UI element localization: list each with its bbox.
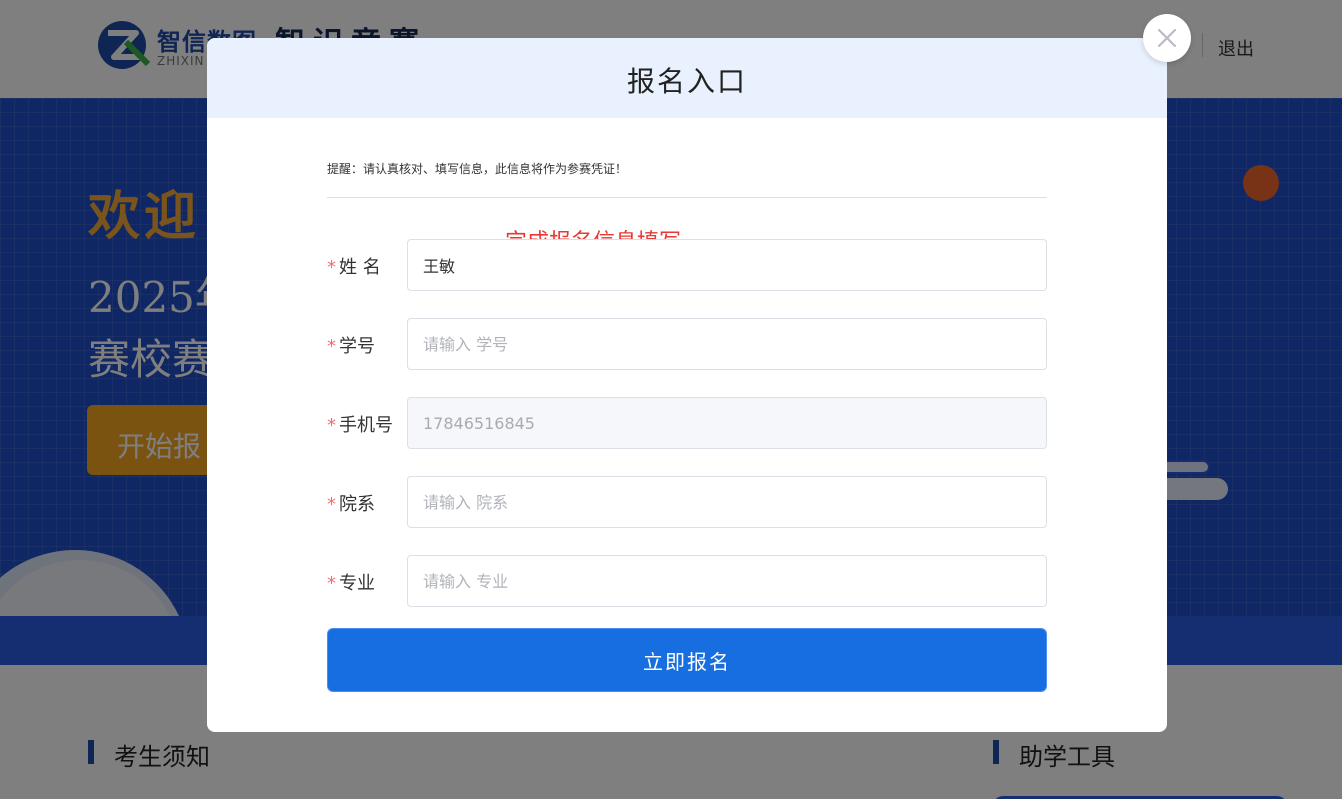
- required-mark: *: [327, 336, 336, 357]
- name-label: * 姓 名: [327, 253, 381, 279]
- department-label: * 院系: [327, 490, 375, 516]
- name-input[interactable]: [407, 239, 1047, 291]
- student-id-label-text: 学号: [339, 336, 375, 357]
- close-icon: [1157, 28, 1177, 48]
- department-label-text: 院系: [339, 494, 375, 515]
- required-mark: *: [327, 415, 336, 436]
- student-id-input[interactable]: [407, 318, 1047, 370]
- major-label-text: 专业: [339, 573, 375, 594]
- close-modal-button[interactable]: [1143, 14, 1191, 62]
- department-input[interactable]: [407, 476, 1047, 528]
- required-mark: *: [327, 494, 336, 515]
- name-label-text: 姓 名: [339, 257, 381, 278]
- phone-label-text: 手机号: [339, 415, 393, 436]
- notice-text: 提醒：请认真核对、填写信息，此信息将作为参赛凭证！: [327, 162, 628, 176]
- register-now-button[interactable]: 立即报名: [327, 628, 1047, 692]
- modal-header: 报名入口: [207, 38, 1167, 118]
- registration-modal: 报名入口 提醒：请认真核对、填写信息，此信息将作为参赛凭证！ 完成报名信息填写 …: [207, 38, 1167, 732]
- major-input[interactable]: [407, 555, 1047, 607]
- phone-input: [407, 397, 1047, 449]
- student-id-label: * 学号: [327, 332, 375, 358]
- required-mark: *: [327, 257, 336, 278]
- phone-label: * 手机号: [327, 411, 393, 437]
- major-label: * 专业: [327, 569, 375, 595]
- notice-divider: [327, 197, 1047, 198]
- modal-title: 报名入口: [626, 65, 747, 98]
- required-mark: *: [327, 573, 336, 594]
